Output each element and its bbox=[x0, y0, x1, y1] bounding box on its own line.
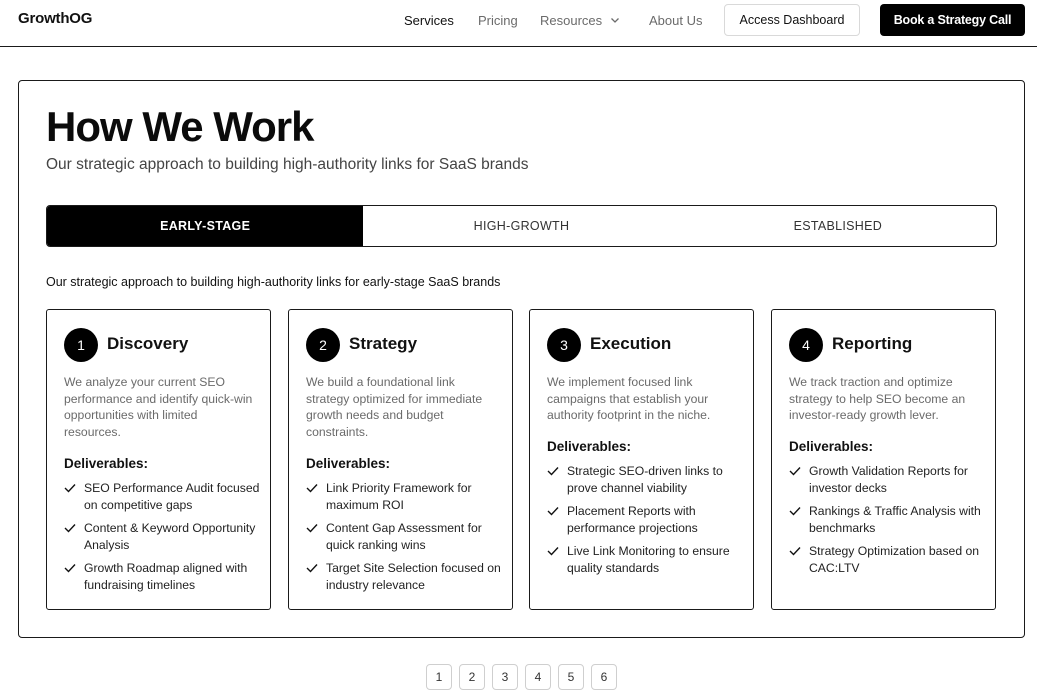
deliverable-text: Rankings & Traffic Analysis with benchma… bbox=[809, 504, 981, 535]
deliverable-text: Strategic SEO-driven links to prove chan… bbox=[567, 464, 723, 495]
check-icon bbox=[547, 467, 559, 476]
page-subtitle: Our strategic approach to building high-… bbox=[46, 156, 529, 173]
check-icon bbox=[547, 547, 559, 556]
check-icon bbox=[547, 507, 559, 516]
list-item: Content Gap Assessment for quick ranking… bbox=[306, 520, 506, 553]
step-description: We track traction and optimize strategy … bbox=[789, 375, 966, 422]
check-icon bbox=[789, 547, 801, 556]
tab-description: Our strategic approach to building high-… bbox=[46, 275, 501, 289]
check-icon bbox=[306, 564, 318, 573]
nav-link-pricing[interactable]: Pricing bbox=[478, 13, 518, 28]
page-button-3[interactable]: 3 bbox=[492, 664, 518, 690]
tab-high-growth[interactable]: HIGH-GROWTH bbox=[363, 206, 679, 246]
step-description: We build a foundational link strategy op… bbox=[306, 375, 483, 439]
logo[interactable]: GrowthOG bbox=[18, 10, 92, 27]
step-title: Execution bbox=[590, 334, 672, 353]
page-button-5[interactable]: 5 bbox=[558, 664, 584, 690]
step-card-strategy: 2 Strategy We build a foundational link … bbox=[288, 309, 513, 610]
chevron-down-icon[interactable] bbox=[610, 15, 620, 25]
how-we-work-section: How We Work Our strategic approach to bu… bbox=[18, 80, 1025, 638]
deliverables-list: Growth Validation Reports for investor d… bbox=[789, 463, 989, 583]
deliverable-text: Content Gap Assessment for quick ranking… bbox=[326, 521, 482, 552]
tab-established[interactable]: ESTABLISHED bbox=[680, 206, 996, 246]
check-icon bbox=[64, 484, 76, 493]
deliverable-text: Content & Keyword Opportunity Analysis bbox=[84, 521, 256, 552]
step-card-discovery: 1 Discovery We analyze your current SEO … bbox=[46, 309, 271, 610]
list-item: Placement Reports with performance proje… bbox=[547, 503, 747, 536]
check-icon bbox=[306, 484, 318, 493]
tab-early-stage[interactable]: EARLY-STAGE bbox=[47, 206, 364, 246]
step-number-badge: 1 bbox=[64, 328, 98, 362]
deliverable-text: Growth Validation Reports for investor d… bbox=[809, 464, 968, 495]
step-description: We analyze your current SEO performance … bbox=[64, 375, 253, 439]
step-card-execution: 3 Execution We implement focused link ca… bbox=[529, 309, 754, 610]
list-item: Content & Keyword Opportunity Analysis bbox=[64, 520, 264, 553]
deliverables-list: Strategic SEO-driven links to prove chan… bbox=[547, 463, 747, 583]
step-title: Strategy bbox=[349, 334, 418, 353]
steps-grid: 1 Discovery We analyze your current SEO … bbox=[46, 309, 997, 610]
check-icon bbox=[789, 467, 801, 476]
list-item: SEO Performance Audit focused on competi… bbox=[64, 480, 264, 513]
deliverables-list: Link Priority Framework for maximum ROI … bbox=[306, 480, 506, 600]
deliverable-text: Target Site Selection focused on industr… bbox=[326, 561, 501, 592]
nav-link-resources[interactable]: Resources bbox=[540, 13, 602, 28]
deliverables-heading: Deliverables: bbox=[64, 456, 149, 471]
check-icon bbox=[64, 524, 76, 533]
page-title: How We Work bbox=[46, 103, 314, 150]
deliverable-text: Live Link Monitoring to ensure quality s… bbox=[567, 544, 730, 575]
deliverable-text: Growth Roadmap aligned with fundraising … bbox=[84, 561, 248, 592]
deliverables-heading: Deliverables: bbox=[789, 439, 874, 454]
deliverables-list: SEO Performance Audit focused on competi… bbox=[64, 480, 264, 600]
deliverable-text: Strategy Optimization based on CAC:LTV bbox=[809, 544, 980, 575]
step-title: Discovery bbox=[107, 334, 189, 353]
deliverable-text: Link Priority Framework for maximum ROI bbox=[326, 481, 472, 512]
step-description: We implement focused link campaigns that… bbox=[547, 375, 711, 422]
page-button-2[interactable]: 2 bbox=[459, 664, 485, 690]
list-item: Strategy Optimization based on CAC:LTV bbox=[789, 543, 989, 576]
deliverables-heading: Deliverables: bbox=[306, 456, 391, 471]
step-title: Reporting bbox=[832, 334, 913, 353]
step-number-badge: 3 bbox=[547, 328, 581, 362]
step-number-badge: 4 bbox=[789, 328, 823, 362]
page-button-4[interactable]: 4 bbox=[525, 664, 551, 690]
deliverable-text: SEO Performance Audit focused on competi… bbox=[84, 481, 260, 512]
step-card-reporting: 4 Reporting We track traction and optimi… bbox=[771, 309, 996, 610]
list-item: Strategic SEO-driven links to prove chan… bbox=[547, 463, 747, 496]
list-item: Link Priority Framework for maximum ROI bbox=[306, 480, 506, 513]
list-item: Target Site Selection focused on industr… bbox=[306, 560, 506, 593]
deliverable-text: Placement Reports with performance proje… bbox=[567, 504, 698, 535]
nav-link-services[interactable]: Services bbox=[404, 13, 454, 28]
top-navigation-bar: GrowthOG Services Pricing Resources Abou… bbox=[0, 0, 1037, 47]
check-icon bbox=[64, 564, 76, 573]
check-icon bbox=[789, 507, 801, 516]
step-number-badge: 2 bbox=[306, 328, 340, 362]
list-item: Growth Roadmap aligned with fundraising … bbox=[64, 560, 264, 593]
nav-link-about[interactable]: About Us bbox=[649, 13, 702, 28]
pagination: 1 2 3 4 5 6 bbox=[426, 664, 617, 690]
stage-tabs: EARLY-STAGE HIGH-GROWTH ESTABLISHED bbox=[46, 205, 997, 247]
deliverables-heading: Deliverables: bbox=[547, 439, 632, 454]
list-item: Live Link Monitoring to ensure quality s… bbox=[547, 543, 747, 576]
check-icon bbox=[306, 524, 318, 533]
list-item: Rankings & Traffic Analysis with benchma… bbox=[789, 503, 989, 536]
book-strategy-call-button[interactable]: Book a Strategy Call bbox=[880, 4, 1025, 36]
page-button-6[interactable]: 6 bbox=[591, 664, 617, 690]
page-button-1[interactable]: 1 bbox=[426, 664, 452, 690]
list-item: Growth Validation Reports for investor d… bbox=[789, 463, 989, 496]
access-dashboard-button[interactable]: Access Dashboard bbox=[724, 4, 860, 36]
